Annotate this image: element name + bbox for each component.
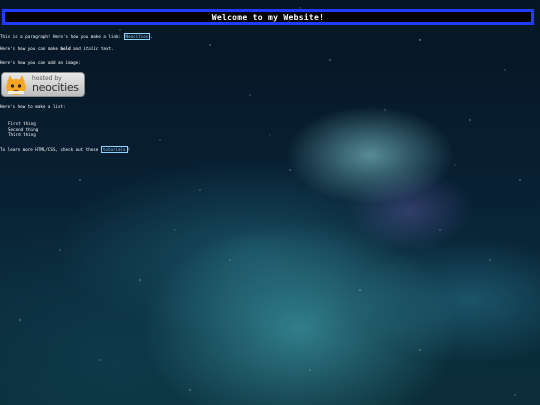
bold-text-end: text. (100, 46, 114, 51)
list-item: First thing (8, 121, 36, 126)
page-header: Welcome to my Website! (2, 9, 534, 25)
neocities-badge[interactable]: hosted by neocities (1, 72, 85, 97)
background-stars (19, 7, 521, 396)
footer-line: To learn more HTML/CSS, check out these … (0, 146, 131, 153)
image-intro-line: Here's how you can add an image: (0, 60, 81, 65)
tutorials-link[interactable]: tutorials (100, 146, 128, 153)
list-intro-line: Here's how to make a list: (0, 104, 66, 109)
paragraph-end: . (150, 34, 153, 39)
badge-neocities-wordmark: neocities (32, 81, 79, 94)
bold-text-mid: and (73, 46, 81, 51)
image-intro-text: Here's how you can add an image: (0, 60, 81, 65)
footer-text: To learn more HTML/CSS, check out these (0, 147, 99, 152)
italic-word: italic (83, 46, 99, 51)
bold-italic-line: Here's how you can make bold and italic … (0, 46, 114, 51)
neocities-cat-icon (6, 74, 26, 95)
example-list: First thing Second thing Third thing (8, 121, 38, 138)
bold-word: bold (60, 46, 71, 51)
paragraph-line: This is a paragraph! Here's how you make… (0, 33, 153, 40)
paragraph-text: This is a paragraph! Here's how you make… (0, 34, 122, 39)
list-intro-text: Here's how to make a list: (0, 104, 66, 109)
footer-end: ! (127, 147, 131, 152)
neocities-link[interactable]: Neocities (123, 33, 151, 40)
page-title: Welcome to my Website! (211, 12, 325, 22)
bold-text-pre: Here's how you can make (0, 46, 58, 51)
list-item: Third thing (8, 132, 36, 137)
